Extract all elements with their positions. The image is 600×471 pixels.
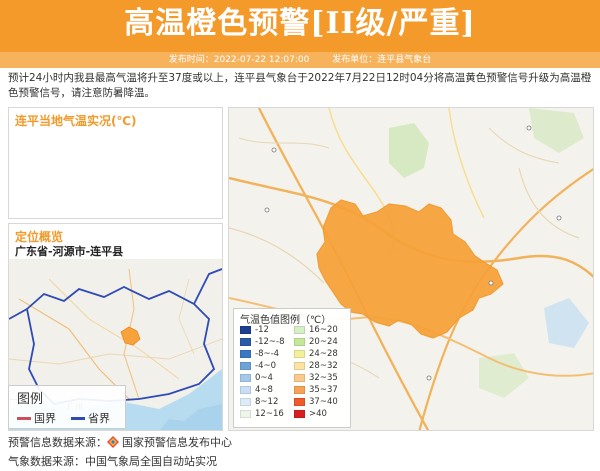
legend-label: -4~0: [255, 361, 277, 371]
legend-label: 28~32: [309, 361, 338, 371]
legend-item: 16~20: [294, 325, 338, 335]
publish-meta-bar: 发布时间：2022-07-22 12:07:00 发布单位：连平县气象台: [0, 52, 600, 68]
legend-swatch: [240, 410, 251, 418]
province-border-label: 省界: [88, 412, 110, 425]
weather-source-name: 中国气象局全国自动站实况: [85, 455, 217, 468]
warning-source-line: 预警信息数据来源： 国家预警信息发布中心: [8, 434, 232, 450]
temperature-panel-title: 连平当地气温实况(℃): [15, 114, 137, 128]
publish-time: 发布时间：2022-07-22 12:07:00: [168, 55, 310, 65]
legend-item: -12: [240, 325, 269, 335]
main-warning-map[interactable]: 气温色值图例（℃） -12 -12~-8 -8~-4 -4~0 0~4 4~8 …: [228, 107, 594, 431]
legend-label: 37~40: [309, 397, 338, 407]
legend-swatch: [294, 398, 305, 406]
legend-swatch: [294, 362, 305, 370]
page-title: 高温橙色预警[II级/严重]: [124, 6, 476, 41]
legend-label: 4~8: [255, 385, 273, 395]
legend-label: 0~4: [255, 373, 273, 383]
border-legend-title: 图例: [17, 392, 44, 407]
national-border-label: 国界: [34, 412, 56, 425]
legend-swatch: [240, 350, 251, 358]
warning-description: 预计24小时内我县最高气温将升至37度或以上，连平县气象台于2022年7月22日…: [8, 72, 592, 99]
legend-label: 24~28: [309, 349, 338, 359]
legend-item: 24~28: [294, 349, 338, 359]
legend-swatch: [240, 362, 251, 370]
legend-swatch: [294, 386, 305, 394]
weather-source-label: 气象数据来源：: [8, 455, 85, 468]
temperature-panel: 连平当地气温实况(℃): [8, 107, 223, 219]
legend-swatch: [240, 374, 251, 382]
legend-item: 12~16: [240, 409, 284, 419]
legend-item: >40: [294, 409, 327, 419]
legend-label: >40: [309, 409, 327, 419]
legend-item: 0~4: [240, 373, 273, 383]
legend-swatch: [294, 338, 305, 346]
location-path: 广东省-河源市-连平县: [15, 245, 124, 258]
legend-label: 35~37: [309, 385, 338, 395]
legend-label: 12~16: [255, 409, 284, 419]
legend-item: -4~0: [240, 361, 276, 371]
legend-item: 32~35: [294, 373, 338, 383]
legend-item: 20~24: [294, 337, 338, 347]
temperature-color-legend: 气温色值图例（℃） -12 -12~-8 -8~-4 -4~0 0~4 4~8 …: [233, 308, 351, 428]
legend-item: 8~12: [240, 397, 278, 407]
legend-swatch: [240, 326, 251, 334]
legend-item: 4~8: [240, 385, 273, 395]
legend-swatch: [294, 410, 305, 418]
national-border-swatch: [17, 416, 31, 420]
legend-label: 32~35: [309, 373, 338, 383]
legend-swatch: [240, 386, 251, 394]
legend-label: -12~-8: [255, 337, 285, 347]
temperature-legend-title: 气温色值图例（℃）: [240, 315, 332, 326]
warning-source-label: 预警信息数据来源：: [8, 436, 107, 449]
legend-swatch: [240, 398, 251, 406]
legend-item: -12~-8: [240, 337, 284, 347]
legend-label: 20~24: [309, 337, 338, 347]
province-border-swatch: [71, 416, 85, 420]
legend-swatch: [294, 350, 305, 358]
legend-item: 28~32: [294, 361, 338, 371]
legend-label: -12: [255, 325, 269, 335]
legend-label: -8~-4: [255, 349, 280, 359]
publisher: 发布单位：连平县气象台: [332, 55, 432, 65]
legend-label: 16~20: [309, 325, 338, 335]
warning-source-name[interactable]: 国家预警信息发布中心: [122, 434, 232, 450]
legend-label: 8~12: [255, 397, 279, 407]
legend-swatch: [240, 338, 251, 346]
legend-province-border: 省界: [71, 410, 110, 426]
warning-center-logo-icon: [107, 436, 119, 448]
legend-swatch: [294, 374, 305, 382]
warning-header: 高温橙色预警[II级/严重]: [0, 0, 600, 52]
legend-item: -8~-4: [240, 349, 279, 359]
legend-item: 37~40: [294, 397, 338, 407]
border-legend: 图例 国界 省界: [8, 385, 126, 429]
weather-source-line: 气象数据来源： 中国气象局全国自动站实况: [8, 453, 217, 469]
legend-swatch: [294, 326, 305, 334]
legend-national-border: 国界: [17, 410, 56, 426]
legend-item: 35~37: [294, 385, 338, 395]
